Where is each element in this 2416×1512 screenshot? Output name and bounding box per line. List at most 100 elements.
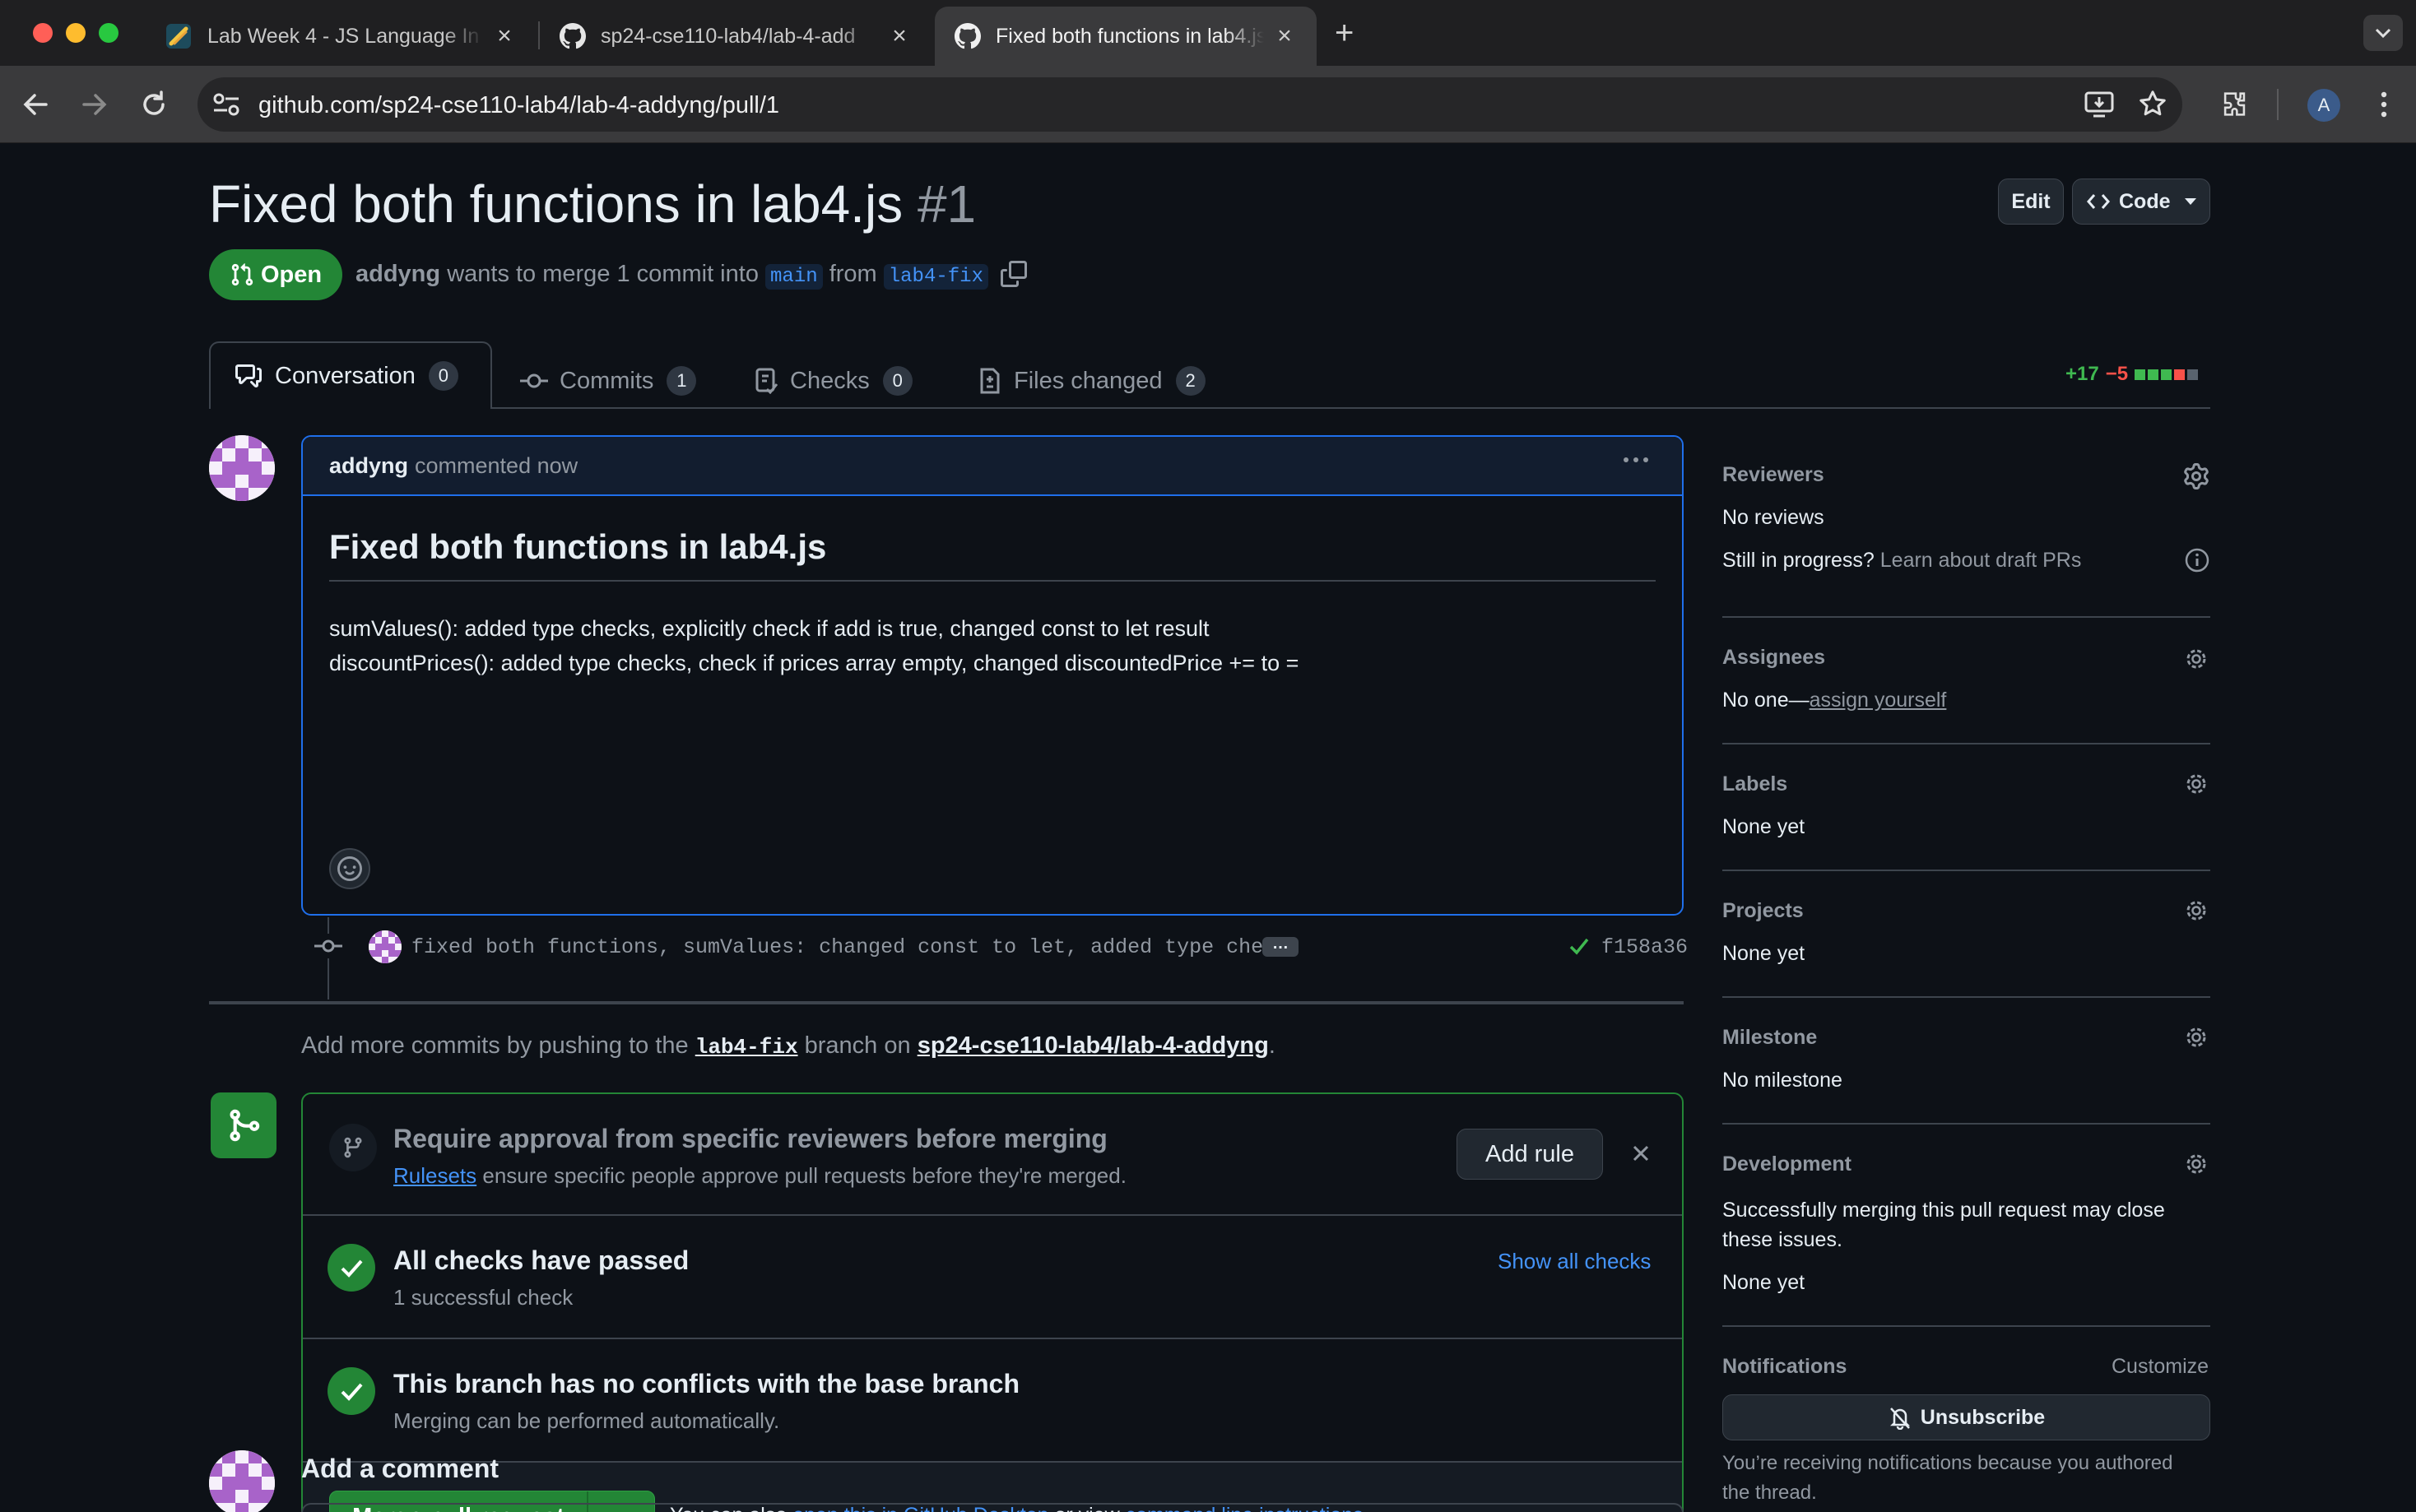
check-icon[interactable] (1568, 935, 1590, 957)
tab-files-changed[interactable]: Files changed 2 (979, 358, 1206, 404)
author-link[interactable]: addyng (355, 261, 440, 287)
ruleset-desc: Rulesets ensure specific people approve … (393, 1163, 1127, 1189)
status-badge: Open (209, 249, 342, 300)
gear-icon[interactable] (2183, 1151, 2209, 1177)
profile-avatar[interactable]: A (2307, 89, 2340, 122)
commit-message[interactable]: fixed both functions, sumValues: changed… (411, 935, 1275, 959)
toolbar-divider (2277, 89, 2279, 120)
development-desc-line: Successfully merging this pull request m… (1722, 1199, 2165, 1222)
additions-count: +17 (2065, 363, 2099, 385)
sidebar-divider (1722, 1325, 2210, 1327)
add-rule-button[interactable]: Add rule (1457, 1129, 1603, 1180)
repo-link[interactable]: sp24-cse110-lab4/lab-4-addyng (918, 1032, 1269, 1059)
assignees-none: No one— (1722, 689, 1810, 712)
checks-section: All checks have passed 1 successful chec… (303, 1216, 1682, 1339)
show-all-checks-link[interactable]: Show all checks (1498, 1249, 1651, 1274)
tab-search-button[interactable] (2363, 15, 2403, 51)
back-icon[interactable] (21, 90, 49, 118)
address-bar[interactable]: github.com/sp24-cse110-lab4/lab-4-addyng… (197, 77, 2182, 132)
close-window-button[interactable] (33, 23, 53, 43)
gear-icon[interactable] (2183, 463, 2209, 489)
draft-hint: Still in progress? Learn about draft PRs (1722, 549, 2081, 573)
close-tab-icon[interactable]: × (1272, 22, 1297, 50)
gear-icon[interactable] (2183, 646, 2209, 672)
tab-counter: 0 (882, 366, 913, 396)
reload-icon[interactable] (140, 90, 168, 118)
sidebar-divider (1722, 743, 2210, 744)
copy-icon[interactable] (1001, 261, 1027, 287)
file-diff-icon (980, 368, 1000, 394)
tabs-underline (209, 407, 2210, 409)
close-tab-icon[interactable]: × (492, 22, 517, 50)
tab-checks[interactable]: Checks 0 (755, 358, 913, 404)
add-reaction-button[interactable] (329, 848, 370, 889)
projects-value: None yet (1722, 942, 1805, 965)
sidebar-divider (1722, 616, 2210, 618)
edit-button[interactable]: Edit (1998, 179, 2064, 225)
sidebar-divider (1722, 996, 2210, 998)
milestone-value: No milestone (1722, 1069, 1842, 1092)
comment-timestamp[interactable]: commented now (415, 453, 578, 479)
comment-author[interactable]: addyng (329, 453, 408, 479)
gear-icon[interactable] (2183, 771, 2209, 797)
bookmark-star-icon[interactable] (2138, 89, 2167, 118)
edit-label: Edit (2011, 189, 2051, 213)
assign-yourself-link[interactable]: assign yourself (1810, 689, 1947, 712)
browser-tab-repo[interactable]: sp24-cse110-lab4/lab-4-add × (540, 7, 932, 66)
comment-editor[interactable] (301, 1503, 1684, 1512)
labels-title[interactable]: Labels (1722, 772, 1787, 796)
tab-conversation[interactable]: Conversation 0 (209, 341, 492, 409)
more-menu-icon[interactable] (2370, 89, 2398, 120)
install-app-icon[interactable] (2084, 90, 2115, 118)
assignees-title[interactable]: Assignees (1722, 646, 1825, 670)
close-icon[interactable] (1631, 1143, 1651, 1163)
customize-link[interactable]: Customize (2112, 1355, 2209, 1379)
browser-tab-lab-week[interactable]: Lab Week 4 - JS Language In × (145, 7, 537, 66)
projects-title[interactable]: Projects (1722, 899, 1804, 923)
rulesets-link[interactable]: Rulesets (393, 1163, 476, 1188)
checks-subtitle: 1 successful check (393, 1285, 574, 1310)
avatar[interactable] (209, 435, 275, 501)
comment-heading: Fixed both functions in lab4.js (329, 527, 827, 566)
diffstat[interactable]: +17 −5 (2065, 363, 2199, 386)
pr-title-row: Fixed both functions in lab4.js #1 (209, 174, 976, 234)
gear-icon[interactable] (2183, 897, 2209, 924)
timeline-line (328, 917, 329, 999)
code-label: Code (2119, 189, 2171, 213)
maximize-window-button[interactable] (99, 23, 118, 43)
commit-sha[interactable]: f158a36 (1601, 935, 1688, 959)
code-icon (2087, 194, 2110, 209)
from-text: from (829, 261, 877, 287)
assignees-value: No one—assign yourself (1722, 689, 1946, 712)
browser-tab-pull-request[interactable]: Fixed both functions in lab4.js × (935, 7, 1317, 66)
code-button[interactable]: Code (2072, 179, 2210, 225)
kebab-menu-icon[interactable] (1621, 455, 1651, 465)
reviewers-title[interactable]: Reviewers (1722, 463, 1824, 487)
draft-prs-link[interactable]: Learn about draft PRs (1880, 549, 2082, 572)
avatar[interactable] (209, 1450, 275, 1512)
head-branch[interactable]: lab4-fix (883, 264, 988, 290)
info-icon[interactable] (2184, 547, 2210, 573)
milestone-title[interactable]: Milestone (1722, 1026, 1817, 1050)
tab-label: Files changed (1014, 367, 1163, 394)
tab-counter: 2 (1175, 366, 1206, 396)
avatar[interactable] (369, 930, 402, 963)
push-hint-text: branch on (804, 1032, 911, 1059)
branch-link[interactable]: lab4-fix (695, 1035, 798, 1060)
branch-icon (329, 1124, 377, 1171)
new-tab-button[interactable]: + (1335, 16, 1354, 49)
tab-commits[interactable]: Commits 1 (520, 358, 697, 404)
minimize-window-button[interactable] (66, 23, 86, 43)
gear-icon[interactable] (2183, 1024, 2209, 1051)
site-settings-icon[interactable] (212, 91, 240, 118)
close-tab-icon[interactable]: × (887, 22, 912, 50)
comment-line: discountPrices(): added type checks, che… (329, 651, 1299, 675)
tab-title: Fixed both functions in lab4.js (996, 24, 1264, 48)
forward-icon[interactable] (81, 90, 109, 118)
expand-commit-button[interactable]: … (1262, 935, 1299, 957)
extensions-icon[interactable] (2219, 89, 2251, 120)
development-title[interactable]: Development (1722, 1153, 1851, 1176)
unsubscribe-button[interactable]: Unsubscribe (1722, 1394, 2210, 1440)
checklist-icon (755, 368, 778, 394)
base-branch[interactable]: main (765, 264, 823, 290)
